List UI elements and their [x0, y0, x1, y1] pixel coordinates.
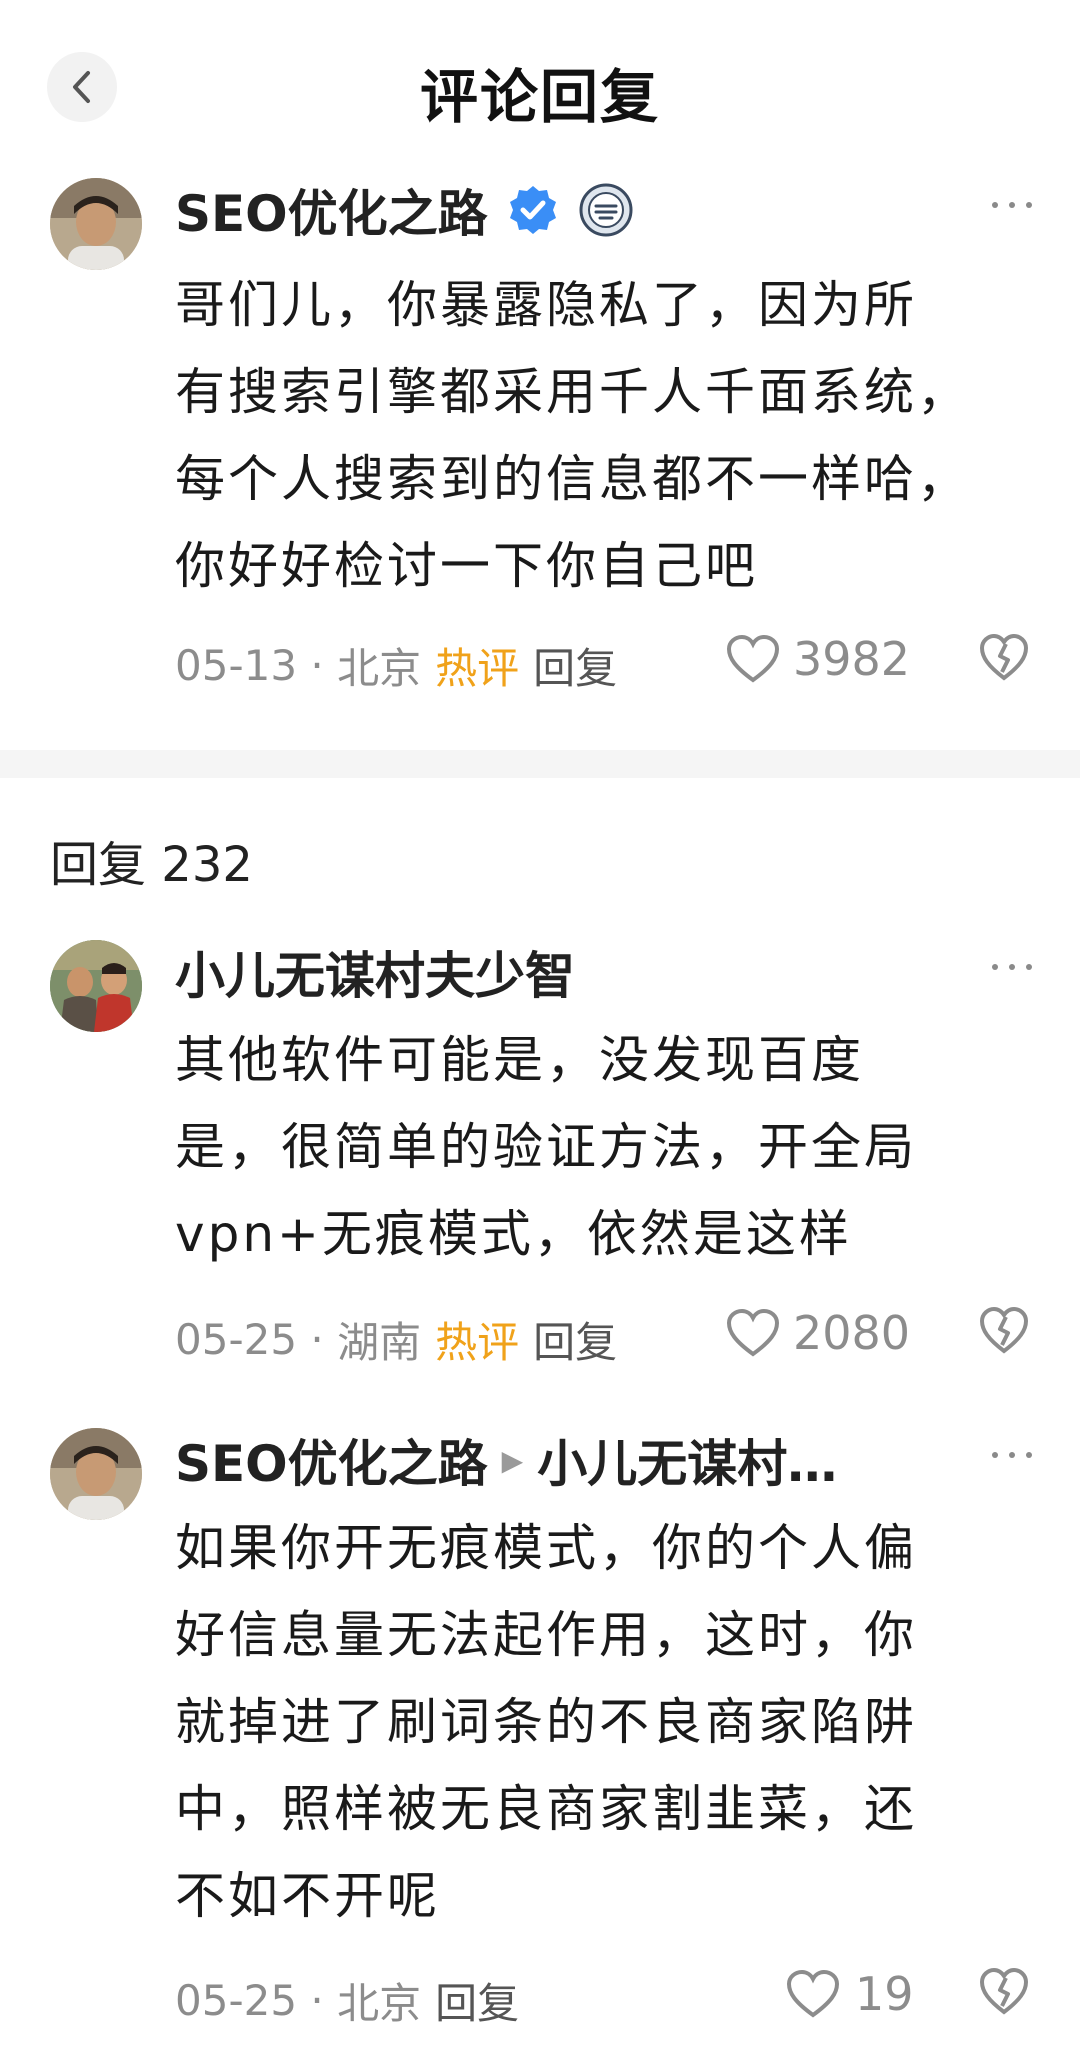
dislike-icon[interactable]: [978, 1966, 1030, 2018]
hot-comment-tag: 热评: [435, 643, 520, 693]
reply-to-arrow-icon: ▶: [501, 1443, 524, 1477]
comment-location: 北京: [337, 1978, 422, 2028]
section-divider: [0, 750, 1080, 778]
author-name[interactable]: SEO优化之路: [175, 1424, 488, 1496]
avatar[interactable]: [50, 178, 142, 270]
like-count: 2080: [793, 1306, 911, 1360]
reply-button[interactable]: 回复: [533, 1309, 617, 1370]
comment-meta: 05-25 · 北京 回复: [175, 1965, 1080, 2035]
like-count: 19: [855, 1967, 914, 2021]
heart-icon: [726, 1308, 780, 1357]
author-name[interactable]: 小儿无谋村夫少智: [175, 936, 575, 1008]
author-row: SEO优化之路: [175, 175, 970, 245]
comment-location: 湖南: [337, 1317, 422, 1367]
comment-meta: 05-25 · 湖南 热评 回复: [175, 1304, 1080, 1374]
author-name[interactable]: SEO优化之路: [175, 174, 488, 246]
more-options-icon[interactable]: [992, 1440, 1032, 1470]
author-row: SEO优化之路 ▶ 小儿无谋村…: [175, 1425, 970, 1495]
reply-count: 回复 232: [50, 837, 253, 893]
page-title: 评论回复: [419, 63, 660, 131]
comment-date: 05-25: [175, 1975, 298, 2025]
reply-button[interactable]: 回复: [533, 635, 617, 696]
comment-meta: 05-13 · 北京 热评 回复: [175, 630, 1080, 700]
heart-icon: [726, 634, 780, 683]
comment-text: 其他软件可能是，没发现百度 是，很简单的验证方法，开全局 vpn+无痕模式，依然…: [175, 1031, 917, 1263]
like-button[interactable]: 2080: [725, 1306, 910, 1360]
hot-comment-tag: 热评: [435, 1317, 520, 1367]
avatar[interactable]: [50, 940, 142, 1032]
like-count: 3982: [793, 632, 911, 686]
reply-to-name[interactable]: 小儿无谋村…: [537, 1424, 837, 1496]
more-options-icon[interactable]: [992, 952, 1032, 982]
more-options-icon[interactable]: [992, 190, 1032, 220]
dislike-icon[interactable]: [978, 1305, 1030, 1357]
comment-date: 05-25: [175, 1314, 298, 1364]
verified-badge-icon: [506, 183, 560, 237]
heart-icon: [786, 1969, 840, 2018]
comment-text: 如果你开无痕模式，你的个人偏 好信息量无法起作用，这时，你 就掉进了刷词条的不良…: [175, 1519, 917, 1925]
like-button[interactable]: 19: [785, 1967, 914, 2021]
author-row: 小儿无谋村夫少智: [175, 937, 970, 1007]
comment-location: 北京: [337, 643, 422, 693]
avatar[interactable]: [50, 1428, 142, 1520]
comment-date: 05-13: [175, 640, 298, 690]
like-button[interactable]: 3982: [725, 632, 910, 686]
fan-badge-icon: [578, 182, 634, 238]
dislike-icon[interactable]: [978, 632, 1030, 684]
top-bar: 评论回复: [0, 0, 1080, 180]
reply-button[interactable]: 回复: [435, 1970, 519, 2031]
comment-text: 哥们儿，你暴露隐私了，因为所 有搜索引擎都采用千人千面系统， 每个人搜索到的信息…: [175, 276, 970, 595]
